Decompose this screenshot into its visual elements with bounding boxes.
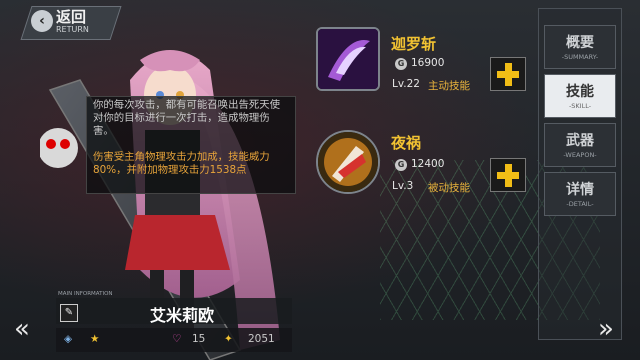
previous-character-arrow-icon[interactable]: « bbox=[14, 314, 30, 344]
skill-description-text: 你的每次攻击，都有可能召唤出告死天使对你的目标进行一次打击，造成物理伤害。 bbox=[93, 99, 281, 137]
back-arrow-icon: ‹ bbox=[31, 10, 53, 32]
skill-level: Lv.22 bbox=[392, 78, 420, 90]
main-info-label: MAIN INFORMATION bbox=[58, 291, 113, 297]
night-calamity-skill-icon[interactable] bbox=[316, 130, 380, 194]
skill-type: 主动技能 bbox=[428, 80, 470, 92]
upgrade-skill-button[interactable] bbox=[490, 158, 526, 192]
dark-slash-skill-icon[interactable] bbox=[316, 27, 380, 91]
tab-sublabel: -SUMMARY- bbox=[561, 53, 599, 61]
tab-weapon[interactable]: 武器 -WEAPON- bbox=[544, 123, 616, 167]
skill-row-jialuozhan: 迦罗斩 G 16900 Lv.22 主动技能 bbox=[316, 27, 530, 113]
next-character-arrow-icon[interactable]: » bbox=[598, 314, 614, 344]
tab-label: 概要 bbox=[566, 35, 594, 51]
skill-level: Lv.3 bbox=[392, 180, 414, 192]
tab-sublabel: -DETAIL- bbox=[566, 200, 594, 208]
tab-sublabel: -WEAPON- bbox=[563, 151, 597, 159]
tab-label: 详情 bbox=[566, 182, 594, 198]
rank-badge-icon: ◈ bbox=[64, 333, 73, 345]
tab-label: 武器 bbox=[566, 133, 594, 149]
power-value: 2051 bbox=[248, 333, 275, 345]
star-icon: ★ bbox=[90, 333, 100, 345]
heart-icon: ♡ bbox=[172, 333, 182, 345]
back-label-en: RETURN bbox=[56, 25, 89, 34]
affection-count: 15 bbox=[192, 333, 206, 345]
skill-description-panel: 你的每次攻击，都有可能召唤出告死天使对你的目标进行一次打击，造成物理伤害。 伤害… bbox=[86, 96, 296, 194]
back-label: 返回 bbox=[56, 8, 87, 26]
tab-detail[interactable]: 详情 -DETAIL- bbox=[544, 172, 616, 216]
tab-label: 技能 bbox=[566, 84, 594, 100]
character-name: 艾米莉欧 bbox=[150, 306, 215, 325]
power-icon: ✦ bbox=[224, 333, 233, 345]
gold-coin-icon: G bbox=[395, 159, 407, 171]
tab-skill[interactable]: 技能 -SKILL- bbox=[544, 74, 616, 118]
upgrade-skill-button[interactable] bbox=[490, 57, 526, 91]
skill-type: 被动技能 bbox=[428, 182, 470, 194]
skill-row-yehuo: 夜祸 G 12400 Lv.3 被动技能 bbox=[316, 130, 530, 216]
tab-summary[interactable]: 概要 -SUMMARY- bbox=[544, 25, 616, 69]
skill-name: 夜祸 bbox=[391, 134, 422, 152]
tab-sublabel: -SKILL- bbox=[568, 102, 592, 110]
skill-cost: 16900 bbox=[411, 57, 445, 69]
gold-coin-icon: G bbox=[395, 58, 407, 70]
skill-cost: 12400 bbox=[411, 158, 445, 170]
skill-name: 迦罗斩 bbox=[391, 35, 437, 53]
edit-pencil-icon[interactable]: ✎ bbox=[60, 304, 78, 322]
skill-description-highlight: 伤害受主角物理攻击力加成，技能威力80%，并附加物理攻击力1538点 bbox=[93, 151, 270, 176]
